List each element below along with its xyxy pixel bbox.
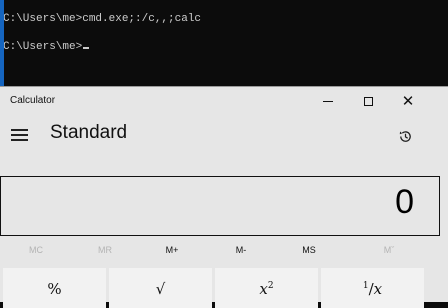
square-label: x2	[259, 280, 274, 298]
memory-add-button[interactable]: M+	[138, 245, 206, 255]
maximize-icon	[363, 96, 373, 106]
keypad: % √ x2 1/x	[0, 268, 448, 308]
memory-row: MC MR M+ M- MS Mˇ	[0, 245, 448, 261]
console-window[interactable]: C:\Users\me>cmd.exe;:/c,,;calc C:\Users\…	[0, 0, 448, 86]
minimize-button[interactable]	[308, 87, 348, 115]
history-icon[interactable]	[398, 129, 413, 149]
close-icon: ✕	[401, 92, 415, 110]
memory-list-button[interactable]: Mˇ	[355, 245, 423, 255]
square-root-label: √	[155, 280, 166, 298]
result-display: 0	[0, 176, 440, 236]
square-button[interactable]: x2	[215, 268, 318, 308]
reciprocal-button[interactable]: 1/x	[321, 268, 424, 308]
percent-label: %	[47, 280, 62, 298]
mode-title: Standard	[50, 122, 128, 143]
minimize-icon	[323, 100, 333, 102]
square-root-button[interactable]: √	[109, 268, 212, 308]
percent-button[interactable]: %	[3, 268, 106, 308]
memory-clear-button[interactable]: MC	[2, 245, 70, 255]
memory-store-button[interactable]: MS	[275, 245, 343, 255]
memory-recall-button[interactable]: MR	[71, 245, 139, 255]
title-bar[interactable]: Calculator ✕	[0, 87, 448, 115]
close-button[interactable]: ✕	[388, 87, 428, 115]
memory-subtract-button[interactable]: M-	[207, 245, 275, 255]
console-prompt-line: C:\Users\me>	[3, 41, 90, 53]
display-value: 0	[395, 183, 414, 221]
calculator-window: Calculator ✕ Standard 0 MC MR M+ M- MS M…	[0, 86, 448, 308]
text-cursor	[83, 47, 90, 49]
window-title: Calculator	[10, 95, 56, 106]
hamburger-menu-icon[interactable]	[11, 129, 28, 141]
reciprocal-label: 1/x	[362, 280, 383, 298]
maximize-button[interactable]	[348, 87, 388, 115]
console-prompt: C:\Users\me>	[3, 41, 83, 53]
console-line: C:\Users\me>cmd.exe;:/c,,;calc	[3, 13, 202, 25]
